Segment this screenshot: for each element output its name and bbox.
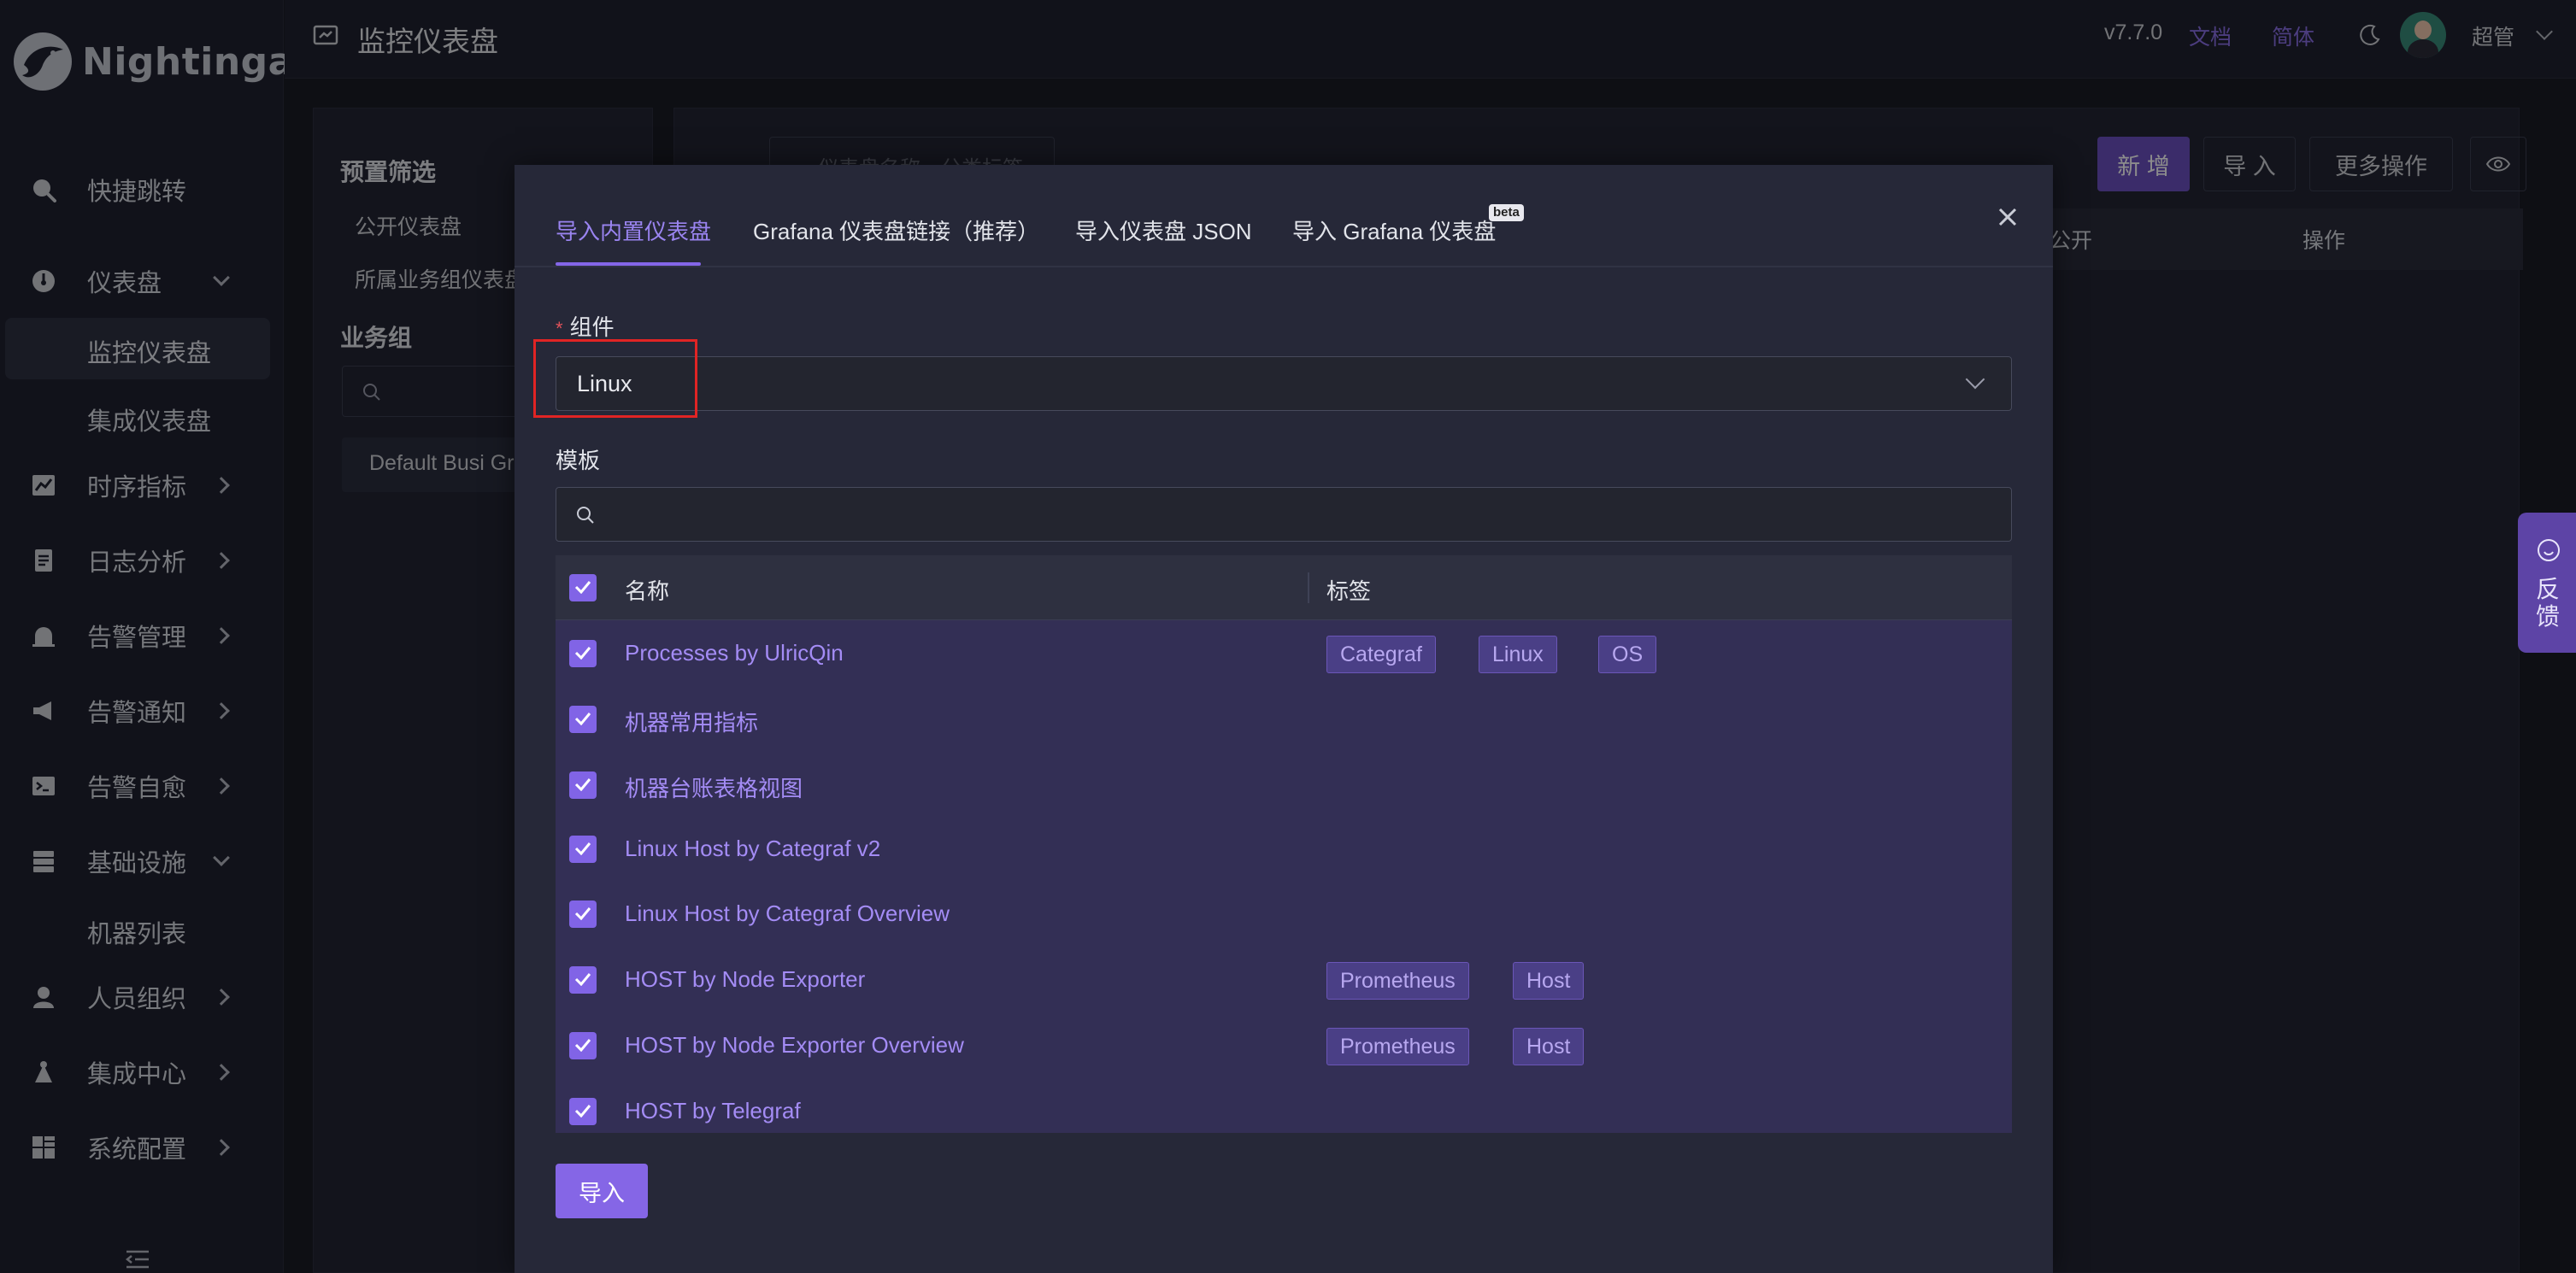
template-name[interactable]: Linux Host by Categraf v2 [625, 836, 880, 862]
required-mark: * [556, 318, 563, 339]
column-header-tags: 标签 [1326, 578, 1372, 604]
template-name[interactable]: 机器台账表格视图 [625, 771, 803, 803]
tabs-divider [515, 266, 2053, 267]
row-checkbox[interactable] [569, 900, 597, 928]
component-select[interactable]: Linux [556, 356, 2012, 411]
table-row[interactable]: 机器常用指标 [556, 687, 2012, 753]
tab-grafana-link[interactable]: Grafana 仪表盘链接（推荐） [753, 214, 1039, 246]
beta-badge: beta [1489, 204, 1524, 221]
highlight-box [533, 339, 697, 418]
check-icon [574, 1039, 591, 1052]
table-row[interactable]: Linux Host by Categraf v2 [556, 817, 2012, 883]
table-row[interactable]: Linux Host by Categraf Overview [556, 882, 2012, 947]
table-row[interactable]: HOST by Node Exporter Overview Prometheu… [556, 1013, 2012, 1079]
check-icon [574, 713, 591, 725]
tab-import-grafana[interactable]: 导入 Grafana 仪表盘 [1292, 214, 1496, 246]
check-icon [574, 1105, 591, 1118]
table-header: 名称 标签 [556, 555, 2012, 620]
table-row[interactable]: HOST by Node Exporter Prometheus Host [556, 947, 2012, 1013]
check-icon [574, 778, 591, 791]
active-tab-indicator [556, 262, 701, 266]
row-checkbox[interactable] [569, 640, 597, 667]
template-name[interactable]: Linux Host by Categraf Overview [625, 900, 950, 927]
column-divider [1308, 572, 1309, 603]
template-table: 名称 标签 Processes by UlricQin Categraf Lin… [556, 555, 2012, 1133]
feedback-label: 反馈 [2535, 576, 2560, 630]
table-row[interactable]: HOST by Telegraf [556, 1079, 2012, 1133]
component-label: * 组件 [556, 314, 615, 340]
smile-icon [2538, 539, 2560, 561]
check-icon [574, 581, 591, 594]
close-icon[interactable] [1991, 201, 2024, 233]
row-checkbox[interactable] [569, 1098, 597, 1125]
feedback-tab[interactable]: 反馈 [2518, 513, 2576, 653]
tab-import-json[interactable]: 导入仪表盘 JSON [1075, 214, 1252, 246]
template-search-input[interactable] [556, 487, 2012, 542]
check-icon [574, 907, 591, 920]
template-name[interactable]: HOST by Node Exporter Overview [625, 1032, 964, 1059]
row-checkbox[interactable] [569, 836, 597, 863]
template-name[interactable]: Processes by UlricQin [625, 640, 844, 666]
tag: Prometheus [1326, 1028, 1469, 1065]
search-icon [577, 507, 594, 524]
import-button[interactable]: 导入 [556, 1164, 648, 1218]
template-name[interactable]: HOST by Node Exporter [625, 966, 865, 993]
row-checkbox[interactable] [569, 771, 597, 799]
tag: Host [1513, 1028, 1585, 1065]
chevron-down-icon [1965, 369, 1985, 390]
tag: Categraf [1326, 636, 1436, 673]
column-header-name: 名称 [625, 578, 670, 604]
row-checkbox[interactable] [569, 706, 597, 733]
table-row[interactable]: Processes by UlricQin Categraf Linux OS [556, 621, 2012, 687]
template-name[interactable]: HOST by Telegraf [625, 1098, 801, 1124]
select-all-checkbox[interactable] [569, 574, 597, 601]
tab-builtin-dashboard[interactable]: 导入内置仪表盘 [556, 214, 711, 246]
check-icon [574, 647, 591, 660]
template-name[interactable]: 机器常用指标 [625, 706, 758, 737]
tag: Linux [1479, 636, 1557, 673]
check-icon [574, 842, 591, 855]
template-label: 模板 [556, 448, 601, 473]
row-checkbox[interactable] [569, 1032, 597, 1059]
import-dashboard-modal: 导入内置仪表盘 Grafana 仪表盘链接（推荐） 导入仪表盘 JSON 导入 … [515, 165, 2053, 1273]
check-icon [574, 973, 591, 986]
table-row[interactable]: 机器台账表格视图 [556, 753, 2012, 818]
tag: Prometheus [1326, 962, 1469, 1000]
tag: Host [1513, 962, 1585, 1000]
tag: OS [1598, 636, 1657, 673]
row-checkbox[interactable] [569, 966, 597, 994]
